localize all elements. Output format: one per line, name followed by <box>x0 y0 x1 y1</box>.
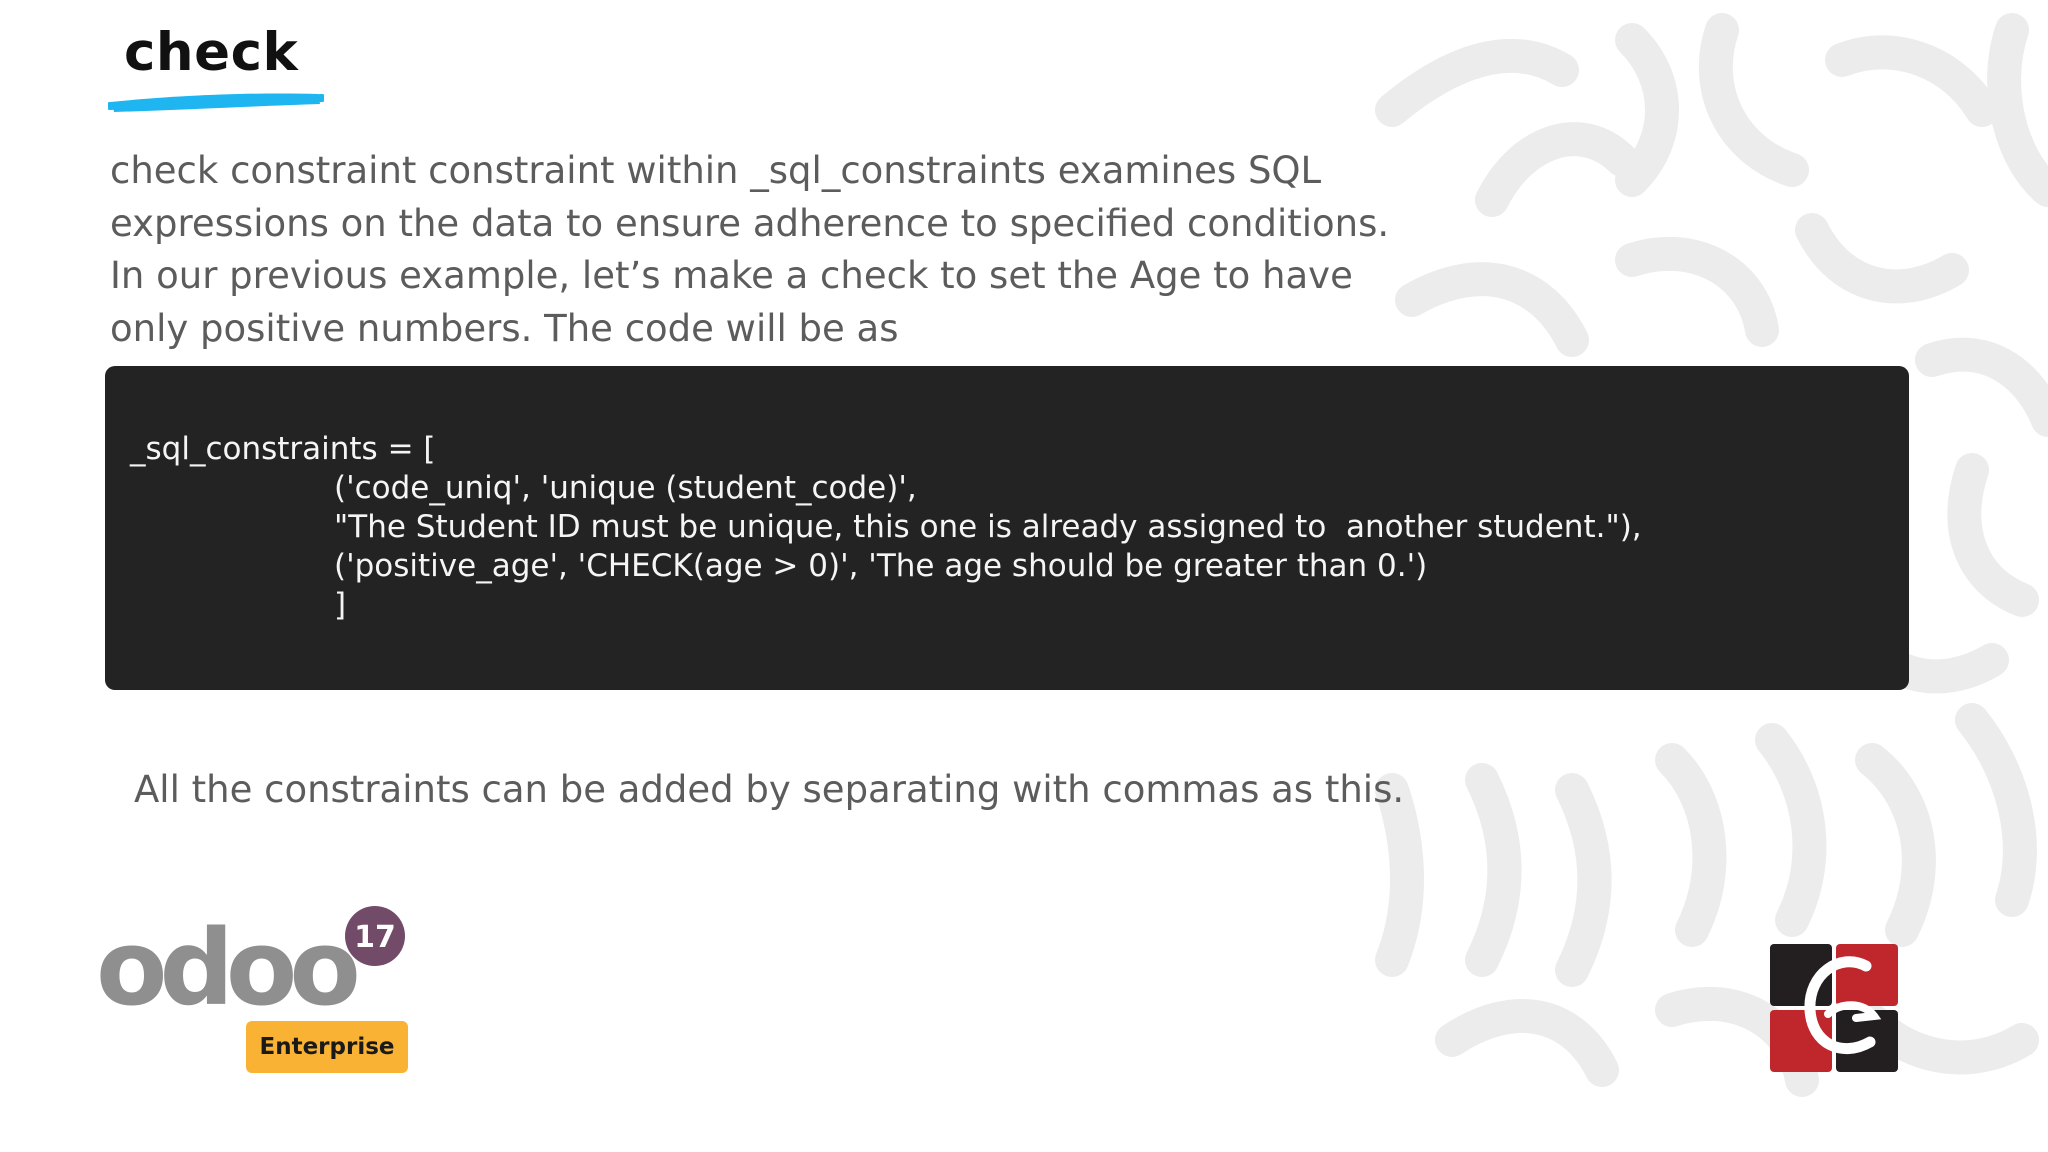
odoo-wordmark: odoo <box>96 907 356 1010</box>
title-underline-brushstroke <box>108 93 324 112</box>
odoo-version-number: 17 <box>354 920 396 955</box>
odoo-17-logo: odoo 17 <box>96 906 405 1010</box>
code-line: "The Student ID must be unique, this one… <box>334 509 1642 545</box>
code-line: _sql_constraints = [ <box>130 431 436 467</box>
company-logo <box>1770 944 1898 1072</box>
code-block: _sql_constraints = [ ('code_uniq', 'uniq… <box>105 366 1909 690</box>
footnote-text: All the constraints can be added by sepa… <box>134 768 1405 811</box>
code-line: ] <box>334 587 347 623</box>
slide-title: check <box>124 22 299 83</box>
intro-paragraph: check constraint constraint within _sql_… <box>110 149 1390 350</box>
enterprise-badge: Enterprise <box>246 1021 408 1073</box>
code-line: ('code_uniq', 'unique (student_code)', <box>334 470 917 506</box>
code-line: ('positive_age', 'CHECK(age > 0)', 'The … <box>334 548 1428 584</box>
